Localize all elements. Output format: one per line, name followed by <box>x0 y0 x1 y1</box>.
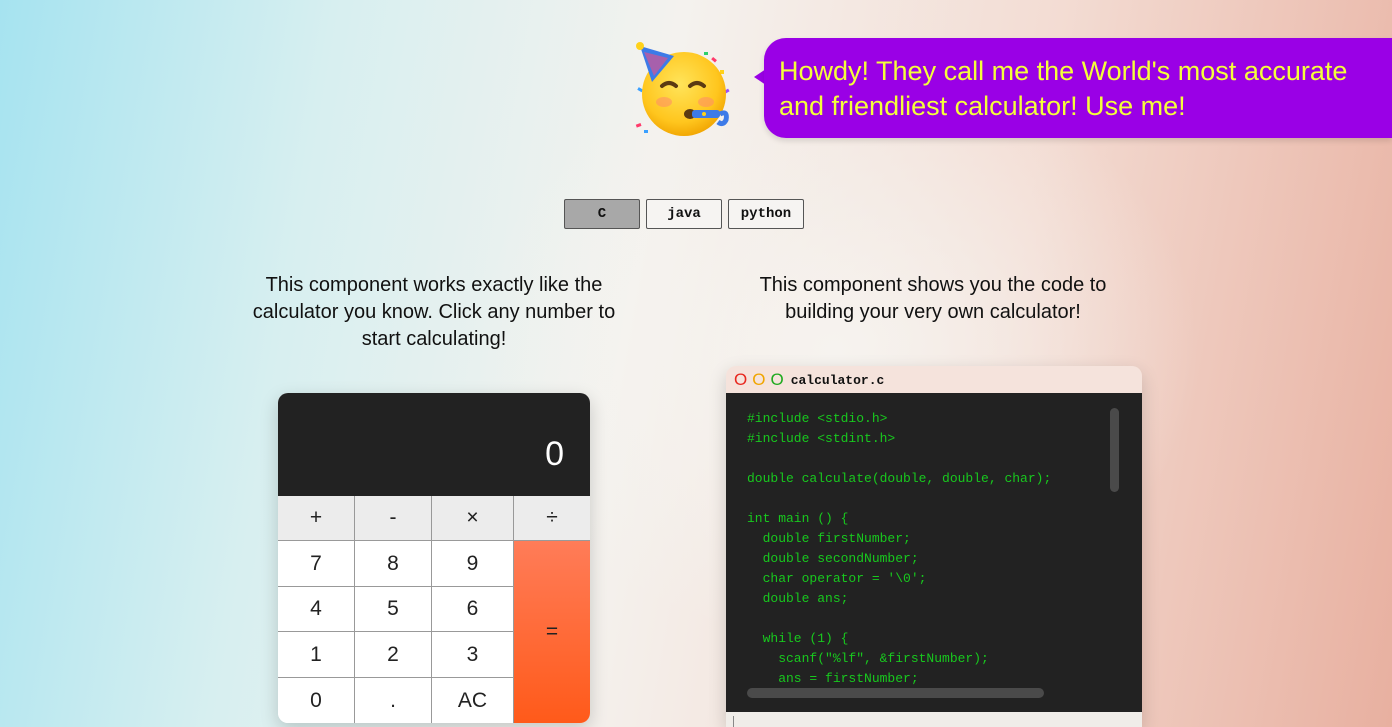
vertical-scrollbar[interactable] <box>1110 408 1119 492</box>
display-value: 0 <box>545 435 564 473</box>
decimal-button[interactable]: . <box>355 678 432 723</box>
horizontal-scrollbar[interactable] <box>747 688 1044 698</box>
digit-5-button[interactable]: 5 <box>355 587 432 632</box>
calculator-description: This component works exactly like the ca… <box>252 274 616 350</box>
clear-button[interactable]: AC <box>432 678 514 723</box>
code-description: This component shows you the code to bui… <box>759 274 1107 323</box>
digit-6-button[interactable]: 6 <box>432 587 514 632</box>
digit-9-button[interactable]: 9 <box>432 541 514 587</box>
tab-python[interactable]: python <box>728 199 804 229</box>
tab-c[interactable]: C <box>564 199 640 229</box>
calculator-display: 0 <box>278 393 590 496</box>
digit-7-button[interactable]: 7 <box>278 541 355 587</box>
code-text: #include <stdio.h> #include <stdint.h> d… <box>747 411 1052 686</box>
close-window-icon[interactable]: O <box>734 371 747 388</box>
speech-bubble: Howdy! They call me the World's most acc… <box>764 38 1392 138</box>
partying-face-icon <box>634 42 734 138</box>
digit-0-button[interactable]: 0 <box>278 678 355 723</box>
digit-4-button[interactable]: 4 <box>278 587 355 632</box>
calculator-keypad: + - × ÷ 7 8 9 = 4 5 6 1 2 3 0 . AC <box>278 496 590 723</box>
digit-8-button[interactable]: 8 <box>355 541 432 587</box>
maximize-window-icon[interactable]: O <box>770 371 783 388</box>
code-filename: calculator.c <box>790 373 885 388</box>
digit-2-button[interactable]: 2 <box>355 632 432 678</box>
plus-button[interactable]: + <box>278 496 355 541</box>
code-body: #include <stdio.h> #include <stdint.h> d… <box>726 393 1142 712</box>
tab-java[interactable]: java <box>646 199 722 229</box>
digit-3-button[interactable]: 3 <box>432 632 514 678</box>
minus-button[interactable]: - <box>355 496 432 541</box>
minimize-window-icon[interactable]: O <box>752 371 765 388</box>
text-caret <box>733 716 734 727</box>
calculator: 0 + - × ÷ 7 8 9 = 4 5 6 1 2 3 0 . AC <box>278 393 590 723</box>
code-titlebar: O O O calculator.c <box>726 366 1142 393</box>
code-footer <box>726 712 1142 727</box>
multiply-button[interactable]: × <box>432 496 514 541</box>
code-window: O O O calculator.c #include <stdio.h> #i… <box>726 366 1142 727</box>
divide-button[interactable]: ÷ <box>514 496 590 541</box>
digit-1-button[interactable]: 1 <box>278 632 355 678</box>
equals-button[interactable]: = <box>514 541 590 723</box>
language-tabs: C java python <box>564 199 804 229</box>
speech-text: Howdy! They call me the World's most acc… <box>779 56 1348 121</box>
